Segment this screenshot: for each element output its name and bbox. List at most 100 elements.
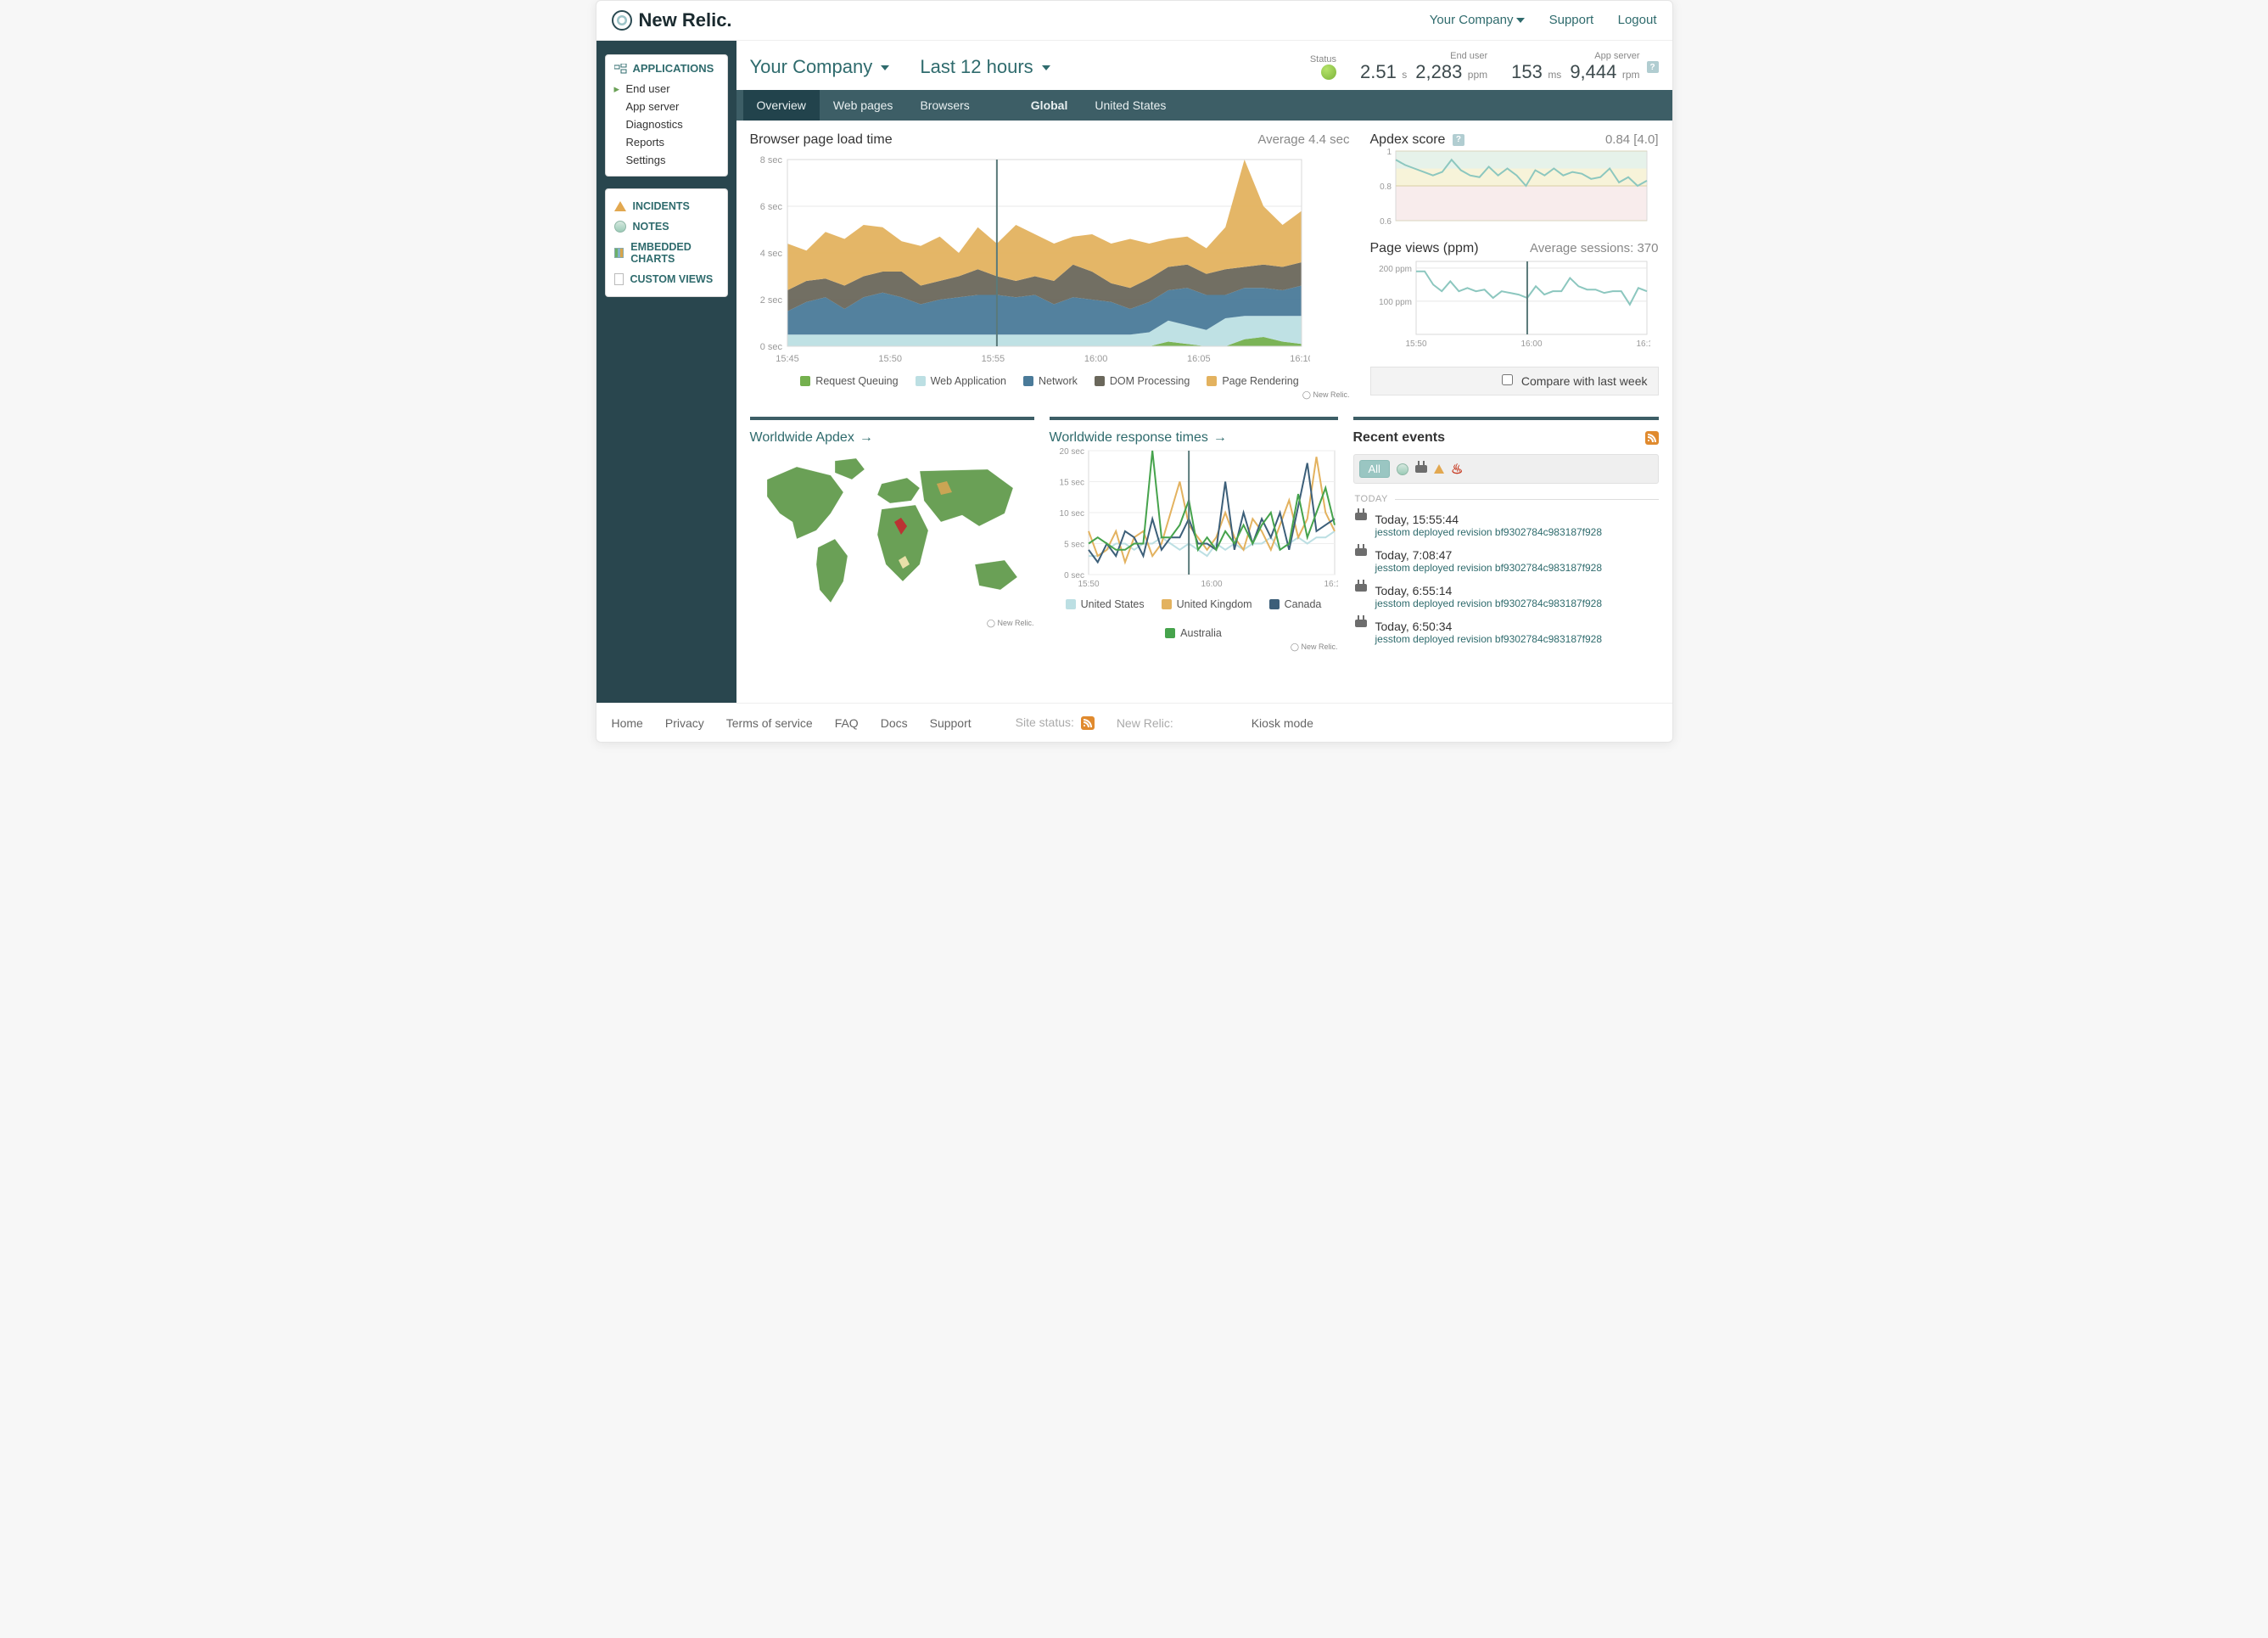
worldwide-apdex-map[interactable]: [750, 446, 1030, 615]
pageviews-chart[interactable]: 200 ppm100 ppm15:5016:0016:10: [1370, 256, 1650, 350]
legend-item[interactable]: Australia: [1165, 627, 1222, 639]
legend-swatch: [916, 376, 926, 386]
legend-label: Web Application: [931, 375, 1006, 387]
worldwide-response-link[interactable]: Worldwide response times→: [1050, 430, 1338, 446]
tab-web-pages[interactable]: Web pages: [820, 90, 907, 121]
legend-item[interactable]: DOM Processing: [1095, 375, 1190, 387]
legend-item[interactable]: Page Rendering: [1207, 375, 1298, 387]
chart-icon: [614, 248, 624, 258]
event-item[interactable]: Today, 6:50:34jesstom deployed revision …: [1353, 614, 1659, 650]
kiosk-mode-link[interactable]: Kiosk mode: [1252, 716, 1313, 730]
top-company-dropdown[interactable]: Your Company: [1430, 13, 1529, 27]
worldwide-apdex-link[interactable]: Worldwide Apdex→: [750, 430, 1034, 446]
filter-alert-icon[interactable]: ♨: [1451, 461, 1463, 478]
svg-text:15:50: 15:50: [878, 354, 902, 364]
footer-link-terms-of-service[interactable]: Terms of service: [726, 716, 813, 730]
top-support-link[interactable]: Support: [1549, 13, 1594, 27]
svg-text:15:50: 15:50: [1405, 339, 1426, 349]
legend-item[interactable]: United States: [1066, 598, 1145, 610]
help-icon[interactable]: ?: [1647, 61, 1659, 73]
footer-link-privacy[interactable]: Privacy: [665, 716, 704, 730]
tab-browsers[interactable]: Browsers: [906, 90, 983, 121]
sidebar-item-diagnostics[interactable]: Diagnostics: [614, 115, 719, 133]
footer-link-docs[interactable]: Docs: [881, 716, 908, 730]
event-item[interactable]: Today, 7:08:47jesstom deployed revision …: [1353, 543, 1659, 579]
footer-link-home[interactable]: Home: [612, 716, 643, 730]
chart-brandmark: ◯ New Relic.: [750, 390, 1350, 400]
response-times-chart[interactable]: 20 sec15 sec10 sec5 sec0 sec15:5016:0016…: [1050, 446, 1338, 590]
sidebar-applications-title[interactable]: APPLICATIONS: [614, 62, 719, 75]
main-header: Your Company Last 12 hours Status End us…: [736, 41, 1672, 90]
sidebar-item-notes[interactable]: NOTES: [614, 216, 719, 237]
svg-text:8 sec: 8 sec: [759, 155, 782, 165]
deploy-icon: [1355, 620, 1367, 627]
sidebar-item-settings[interactable]: Settings: [614, 151, 719, 169]
main-tabs: OverviewWeb pagesBrowsers GlobalUnited St…: [736, 90, 1672, 121]
apdex-title: Apdex score: [1370, 132, 1446, 147]
scope-dropdown[interactable]: Your Company: [750, 56, 890, 78]
apdex-chart[interactable]: 10.80.6: [1370, 148, 1650, 224]
compare-checkbox-row[interactable]: Compare with last week: [1370, 367, 1659, 395]
filter-all[interactable]: All: [1359, 460, 1390, 478]
svg-text:5 sec: 5 sec: [1064, 541, 1084, 550]
svg-text:2 sec: 2 sec: [759, 295, 782, 306]
legend-label: Australia: [1180, 627, 1222, 639]
sidebar-item-end-user[interactable]: End user: [614, 80, 719, 98]
sidebar-item-app-server[interactable]: App server: [614, 98, 719, 115]
filter-notes-icon[interactable]: [1397, 463, 1408, 475]
svg-text:1: 1: [1386, 148, 1392, 157]
deploy-icon: [1355, 584, 1367, 592]
legend-item[interactable]: Web Application: [916, 375, 1006, 387]
svg-text:15:45: 15:45: [776, 354, 799, 364]
tab-global[interactable]: Global: [1017, 90, 1082, 121]
event-desc: jesstom deployed revision bf9302784c9831…: [1375, 526, 1603, 538]
rss-icon[interactable]: [1081, 716, 1095, 730]
deploy-icon: [1355, 548, 1367, 556]
filter-incident-icon[interactable]: [1434, 464, 1444, 474]
legend-swatch: [1165, 628, 1175, 638]
svg-text:16:00: 16:00: [1201, 580, 1222, 589]
legend-item[interactable]: United Kingdom: [1162, 598, 1252, 610]
footer-link-support[interactable]: Support: [930, 716, 972, 730]
legend-item[interactable]: Network: [1023, 375, 1078, 387]
sidebar-item-embedded-charts[interactable]: EMBEDDED CHARTS: [614, 237, 719, 269]
legend-label: Page Rendering: [1222, 375, 1298, 387]
timerange-dropdown[interactable]: Last 12 hours: [920, 56, 1050, 78]
legend-label: DOM Processing: [1110, 375, 1190, 387]
tab-overview[interactable]: Overview: [743, 90, 820, 121]
enduser-ppm: 2,283: [1415, 61, 1462, 82]
pageviews-title: Page views (ppm): [1370, 241, 1479, 255]
sidebar-item-label: NOTES: [633, 221, 669, 233]
legend-swatch: [1207, 376, 1217, 386]
brand-logo: New Relic.: [612, 9, 732, 31]
legend-swatch: [1023, 376, 1033, 386]
chart-brandmark: ◯ New Relic.: [1050, 642, 1338, 652]
filter-deploy-icon[interactable]: [1415, 465, 1427, 473]
events-day-label: TODAY: [1355, 494, 1388, 504]
svg-text:16:10: 16:10: [1324, 580, 1338, 589]
legend-item[interactable]: Canada: [1269, 598, 1322, 610]
sidebar-item-incidents[interactable]: INCIDENTS: [614, 196, 719, 216]
pageviews-subtitle: Average sessions: 370: [1530, 241, 1659, 255]
tab-united-states[interactable]: United States: [1081, 90, 1179, 121]
footer-link-faq[interactable]: FAQ: [835, 716, 859, 730]
top-logout-link[interactable]: Logout: [1618, 13, 1657, 27]
logo-icon: [612, 10, 632, 31]
browser-load-chart[interactable]: 8 sec6 sec4 sec2 sec0 sec15:4515:5015:55…: [750, 154, 1310, 367]
newrelic-status-label: New Relic:: [1117, 716, 1173, 730]
svg-text:15 sec: 15 sec: [1059, 479, 1084, 488]
svg-text:0.8: 0.8: [1380, 182, 1392, 192]
enduser-label: End user: [1360, 51, 1487, 61]
status-indicator-icon: [1321, 65, 1336, 80]
sidebar-item-reports[interactable]: Reports: [614, 133, 719, 151]
svg-text:200 ppm: 200 ppm: [1379, 265, 1412, 274]
event-item[interactable]: Today, 15:55:44jesstom deployed revision…: [1353, 508, 1659, 543]
rss-icon[interactable]: [1645, 431, 1659, 445]
legend-item[interactable]: Request Queuing: [800, 375, 898, 387]
event-item[interactable]: Today, 6:55:14jesstom deployed revision …: [1353, 579, 1659, 614]
legend-label: Network: [1039, 375, 1078, 387]
help-icon[interactable]: ?: [1453, 134, 1464, 146]
compare-checkbox[interactable]: [1502, 374, 1513, 385]
sidebar-item-custom-views[interactable]: CUSTOM VIEWS: [614, 269, 719, 289]
load-chart-title: Browser page load time: [750, 132, 893, 147]
